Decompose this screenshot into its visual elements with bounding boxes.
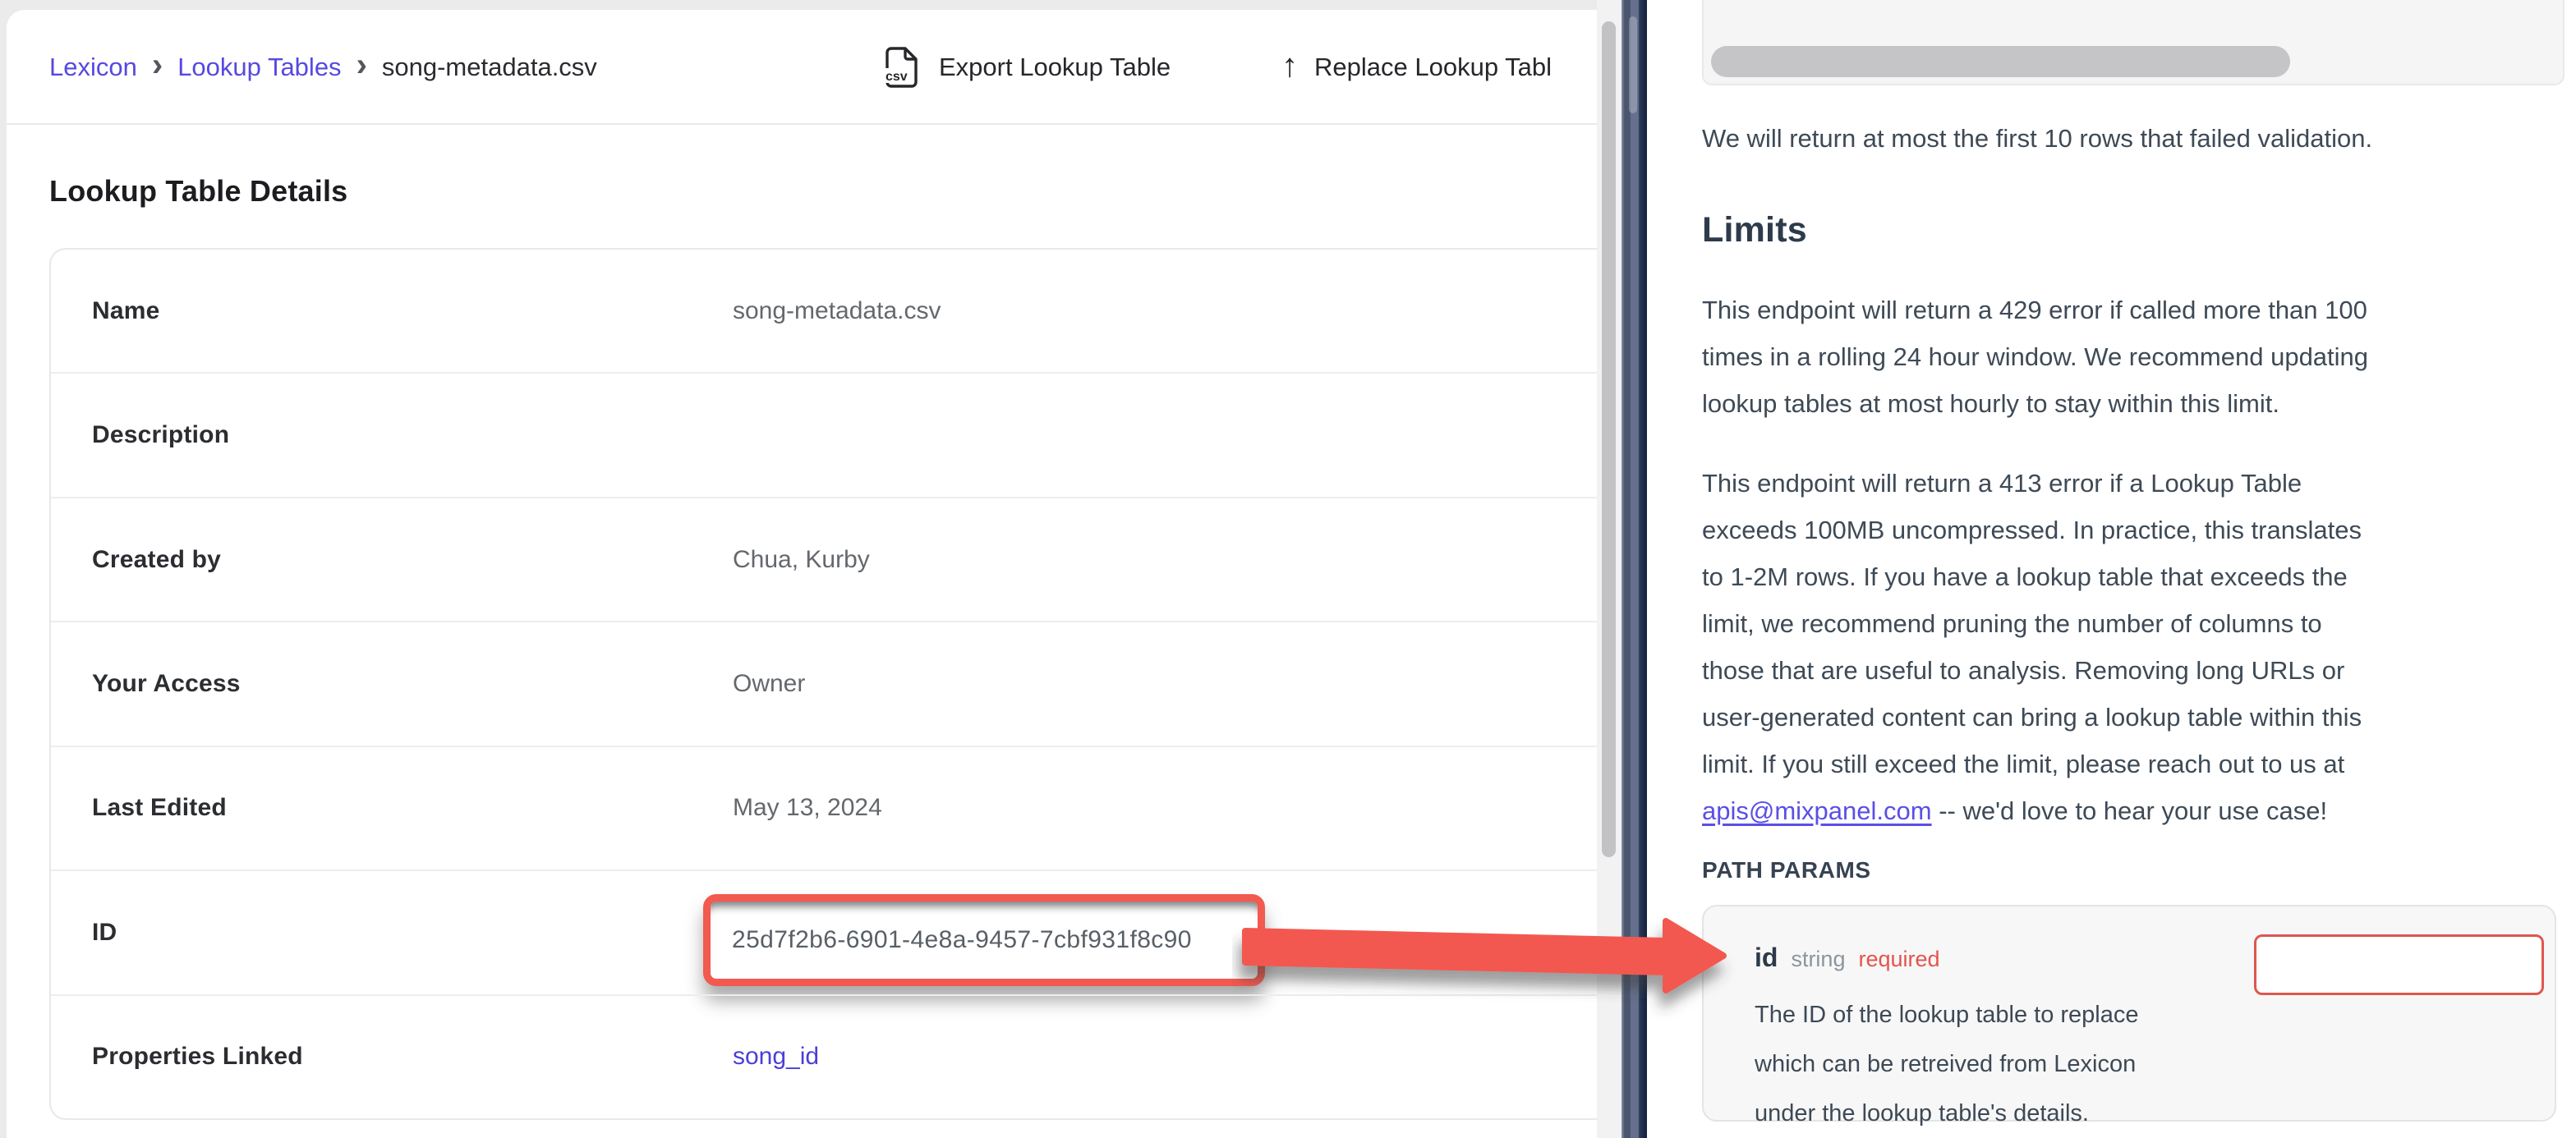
paragraph-text: This endpoint will return a 413 error if…: [1702, 469, 2362, 778]
param-name: id: [1755, 943, 1778, 973]
paragraph-tail: -- we'd love to hear your use case!: [1932, 796, 2327, 825]
param-description-text: The ID of the lookup table to replace wh…: [1755, 1002, 2139, 1127]
limits-heading: Limits: [1702, 209, 2560, 250]
param-description: The ID of the lookup table to replace wh…: [1755, 990, 2139, 1138]
detail-label: Created by: [92, 546, 221, 574]
limits-paragraph-429: This endpoint will return a 429 error if…: [1702, 287, 2560, 427]
up-arrow-icon: ↑: [1281, 49, 1298, 82]
detail-row-name: Name song-metadata.csv: [51, 250, 1597, 372]
detail-value-your-access: Owner: [733, 670, 805, 698]
path-params-label: PATH PARAMS: [1702, 857, 2560, 883]
id-highlight-annotation: 25d7f2b6-6901-4e8a-9457-7cbf931f8c90: [703, 894, 1265, 986]
svg-text:csv: csv: [886, 70, 908, 84]
lookup-table-id-value: 25d7f2b6-6901-4e8a-9457-7cbf931f8c90: [711, 926, 1192, 954]
breadcrumb-lexicon[interactable]: Lexicon: [49, 53, 137, 82]
param-type: string: [1791, 947, 1845, 972]
path-param-card: id string required The ID of the lookup …: [1702, 905, 2556, 1122]
export-lookup-table-button[interactable]: csv Export Lookup Table: [883, 10, 1171, 125]
paragraph-text: This endpoint will return a 429 error if…: [1702, 296, 2368, 418]
detail-row-created-by: Created by Chua, Kurby: [51, 497, 1597, 621]
breadcrumb-separator-icon: ›: [150, 48, 164, 86]
left-panel-scrollbar-track[interactable]: [1597, 0, 1622, 1138]
csv-file-icon: csv: [883, 46, 922, 89]
left-panel-scrollbar-thumb[interactable]: [1602, 21, 1616, 857]
intro-paragraph: We will return at most the first 10 rows…: [1702, 115, 2560, 162]
detail-row-your-access: Your Access Owner: [51, 621, 1597, 745]
detail-label: Your Access: [92, 670, 241, 698]
detail-label: Last Edited: [92, 794, 227, 822]
detail-label: ID: [92, 919, 117, 947]
detail-value-created-by: Chua, Kurby: [733, 546, 870, 574]
detail-value-last-edited: May 13, 2024: [733, 794, 882, 822]
export-button-label: Export Lookup Table: [939, 53, 1171, 82]
lookup-table-details-panel: Lexicon › Lookup Tables › song-metadata.…: [7, 10, 1597, 1138]
detail-row-last-edited: Last Edited May 13, 2024: [51, 746, 1597, 870]
param-required-badge: required: [1858, 947, 1939, 972]
card-header: Lexicon › Lookup Tables › song-metadata.…: [7, 10, 1597, 125]
doc-content: We will return at most the first 10 rows…: [1702, 85, 2560, 1122]
detail-value-name: song-metadata.csv: [733, 297, 941, 325]
detail-label: Description: [92, 421, 229, 449]
detail-label: Name: [92, 297, 160, 325]
dark-divider: [1622, 0, 1647, 1138]
replace-button-label: Replace Lookup Tabl: [1314, 53, 1552, 82]
horizontal-scrollbar-thumb[interactable]: [1711, 46, 2290, 77]
breadcrumb-lookup-tables[interactable]: Lookup Tables: [177, 53, 341, 82]
details-table: Name song-metadata.csv Description Creat…: [49, 248, 1597, 1120]
screenshot-root: Lexicon › Lookup Tables › song-metadata.…: [0, 0, 2576, 1138]
detail-row-description: Description: [51, 372, 1597, 496]
divider-scroll-streak: [1629, 16, 1637, 113]
properties-linked-link[interactable]: song_id: [733, 1043, 819, 1071]
detail-row-properties-linked: Properties Linked song_id: [51, 994, 1597, 1118]
limits-paragraph-413: This endpoint will return a 413 error if…: [1702, 460, 2560, 834]
detail-label: Properties Linked: [92, 1043, 303, 1071]
api-docs-panel: We will return at most the first 10 rows…: [1647, 0, 2576, 1138]
breadcrumb: Lexicon › Lookup Tables › song-metadata.…: [49, 10, 597, 125]
param-header: id string required: [1755, 943, 1940, 973]
detail-row-id: ID 25d7f2b6-6901-4e8a-9457-7cbf931f8c90: [51, 870, 1597, 993]
replace-lookup-table-button[interactable]: ↑ Replace Lookup Tabl: [1281, 10, 1552, 125]
breadcrumb-current-file: song-metadata.csv: [382, 53, 597, 82]
code-block-bottom: [1702, 0, 2564, 85]
breadcrumb-separator-icon: ›: [355, 48, 369, 86]
apis-mixpanel-email-link[interactable]: apis@mixpanel.com: [1702, 796, 1932, 825]
id-param-input[interactable]: [2254, 934, 2544, 995]
page-title: Lookup Table Details: [49, 174, 347, 209]
